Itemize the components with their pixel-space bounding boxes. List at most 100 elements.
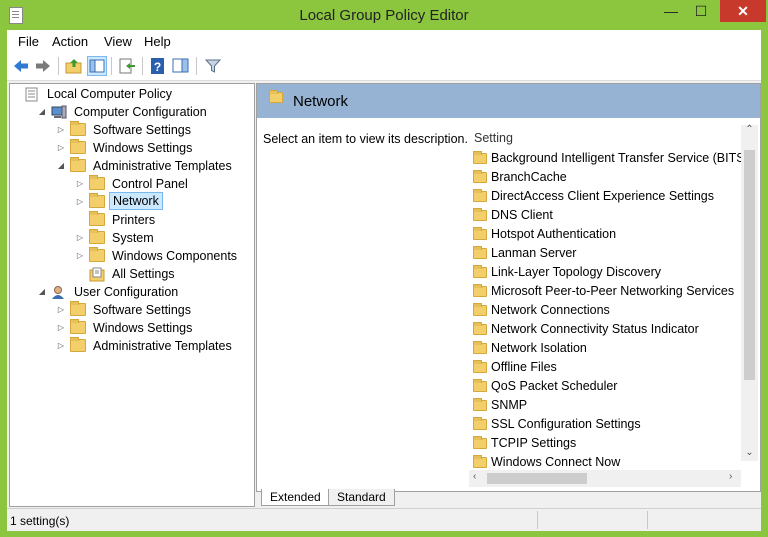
details-title: Network xyxy=(293,93,349,110)
tree-item[interactable]: ▷ Windows Settings xyxy=(56,139,254,157)
console-tree[interactable]: Local Computer Policy ◢ Computer Configura… xyxy=(9,83,255,507)
policy-icon xyxy=(24,87,40,102)
list-item-label: Link-Layer Topology Discovery xyxy=(491,265,661,279)
tree-item-label[interactable]: Windows Settings xyxy=(90,319,195,337)
list-item-label: SNMP xyxy=(491,398,528,412)
folder-icon xyxy=(473,436,487,449)
menu-action[interactable]: Action xyxy=(52,34,88,49)
list-item-label: Offline Files xyxy=(491,360,557,374)
folder-icon xyxy=(473,189,487,202)
tree-item[interactable]: ▷ Network xyxy=(75,192,254,211)
folder-icon xyxy=(473,322,487,335)
folder-icon xyxy=(473,151,487,164)
expand-icon[interactable]: ▷ xyxy=(56,337,66,355)
list-item-label: Hotspot Authentication xyxy=(491,227,617,241)
tree-item[interactable]: ▷ Control Panel xyxy=(75,175,254,193)
expand-icon[interactable]: ▷ xyxy=(56,139,66,157)
minimize-button[interactable]: — xyxy=(656,0,686,22)
tree-item[interactable]: All Settings xyxy=(75,265,254,283)
back-arrow-icon[interactable] xyxy=(11,56,31,76)
tree-item-label[interactable]: Administrative Templates xyxy=(90,157,235,175)
tree-item[interactable]: ◢ Computer Configuration xyxy=(37,103,237,121)
list-item-label: Network Connections xyxy=(491,303,610,317)
tree-item[interactable]: Printers xyxy=(75,211,254,229)
horizontal-scrollbar[interactable]: ‹ › xyxy=(469,470,741,487)
tree-item[interactable]: ▷ System xyxy=(75,229,254,247)
tree-item[interactable]: Local Computer Policy xyxy=(10,85,210,103)
list-item-label: SSL Configuration Settings xyxy=(491,417,641,431)
list-item-label: Microsoft Peer-to-Peer Networking Servic… xyxy=(491,284,735,298)
tree-item[interactable]: ▷ Software Settings xyxy=(56,121,254,139)
forward-arrow-icon[interactable] xyxy=(33,56,53,76)
list-item-label: Network Isolation xyxy=(491,341,587,355)
tree-item[interactable]: ▷ Windows Components xyxy=(75,247,254,265)
tab-standard[interactable]: Standard xyxy=(328,489,395,506)
settings-list: Setting Background Intelligent Transfer … xyxy=(469,125,760,491)
tree-item-label[interactable]: Control Panel xyxy=(109,175,191,193)
help-icon[interactable]: ? xyxy=(148,56,168,76)
list-item-label: BranchCache xyxy=(491,170,567,184)
title-bar[interactable]: Local Group Policy Editor — ☐ ✕ xyxy=(0,0,768,30)
tree-item-label[interactable]: Printers xyxy=(109,211,158,229)
tab-extended[interactable]: Extended xyxy=(261,489,330,506)
tree-item-label[interactable]: Software Settings xyxy=(90,301,194,319)
tree-item[interactable]: ▷ Administrative Templates xyxy=(56,337,254,355)
close-button[interactable]: ✕ xyxy=(720,0,766,22)
tree-item-label[interactable]: Network xyxy=(109,192,163,210)
tree-item-label[interactable]: Computer Configuration xyxy=(71,103,210,121)
expand-icon[interactable]: ▷ xyxy=(75,247,85,265)
expand-icon[interactable]: ▷ xyxy=(75,229,85,247)
tree-item-label[interactable]: Administrative Templates xyxy=(90,337,235,355)
user-icon xyxy=(51,285,67,299)
collapse-icon[interactable]: ◢ xyxy=(56,157,66,175)
folder-icon xyxy=(70,139,86,154)
expand-icon[interactable]: ▷ xyxy=(56,121,66,139)
horizontal-scroll-thumb[interactable] xyxy=(487,473,587,484)
tree-item[interactable]: ◢ User Configuration xyxy=(37,283,237,301)
vertical-scroll-thumb[interactable] xyxy=(744,150,755,380)
maximize-button[interactable]: ☐ xyxy=(686,0,716,22)
column-header-setting[interactable]: Setting xyxy=(474,131,513,145)
folder-icon xyxy=(473,379,487,392)
folder-icon xyxy=(269,90,283,103)
list-item-label: Background Intelligent Transfer Service … xyxy=(491,151,749,165)
show-hide-action-pane-icon[interactable] xyxy=(171,56,191,76)
tree-item-label[interactable]: Local Computer Policy xyxy=(44,85,175,103)
scroll-left-icon[interactable]: ‹ xyxy=(473,471,476,482)
show-hide-console-tree-icon[interactable] xyxy=(87,56,107,76)
menu-view[interactable]: View xyxy=(104,34,132,49)
expand-icon[interactable]: ▷ xyxy=(75,193,85,211)
menu-help[interactable]: Help xyxy=(144,34,171,49)
folder-icon xyxy=(473,360,487,373)
expand-icon[interactable]: ▷ xyxy=(56,319,66,337)
collapse-icon[interactable]: ◢ xyxy=(37,283,47,301)
export-list-icon[interactable] xyxy=(117,56,137,76)
scroll-up-icon[interactable]: ⌃ xyxy=(741,124,758,135)
folder-icon xyxy=(89,193,105,208)
folder-icon xyxy=(473,227,487,240)
folder-icon xyxy=(473,246,487,259)
scroll-right-icon[interactable]: › xyxy=(729,471,732,482)
tree-item-label[interactable]: System xyxy=(109,229,157,247)
tree-item-label[interactable]: Software Settings xyxy=(90,121,194,139)
details-pane: Network Select an item to view its descr… xyxy=(256,83,761,492)
folder-icon xyxy=(89,175,105,190)
scroll-down-icon[interactable]: ⌄ xyxy=(741,447,758,458)
window-title: Local Group Policy Editor xyxy=(299,7,469,24)
menu-file[interactable]: File xyxy=(18,34,39,49)
collapse-icon[interactable]: ◢ xyxy=(37,103,47,121)
tree-item-label[interactable]: User Configuration xyxy=(71,283,181,301)
expand-icon[interactable]: ▷ xyxy=(75,175,85,193)
tree-item[interactable]: ▷ Software Settings xyxy=(56,301,254,319)
tree-item-label[interactable]: Windows Components xyxy=(109,247,240,265)
app-window: Local Group Policy Editor — ☐ ✕ File Act… xyxy=(0,0,768,537)
expand-icon[interactable]: ▷ xyxy=(56,301,66,319)
filter-icon[interactable] xyxy=(203,56,223,76)
list-item-label: DirectAccess Client Experience Settings xyxy=(491,189,715,203)
tree-item-label[interactable]: All Settings xyxy=(109,265,178,283)
vertical-scrollbar[interactable]: ⌃ ⌄ xyxy=(741,124,758,461)
tree-item-label[interactable]: Windows Settings xyxy=(90,139,195,157)
tree-item[interactable]: ◢ Administrative Templates xyxy=(56,157,254,175)
up-folder-icon[interactable] xyxy=(64,56,84,76)
tree-item[interactable]: ▷ Windows Settings xyxy=(56,319,254,337)
